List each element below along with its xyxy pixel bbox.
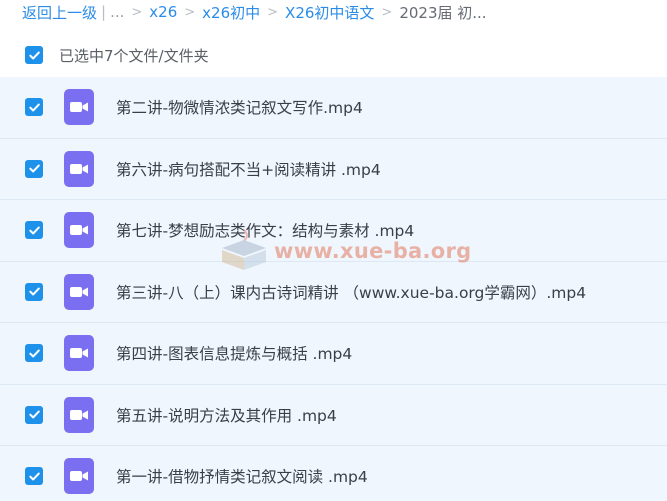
file-browser: 返回上一级 | ... > x26 > x26初中 > X26初中语文 > 20… bbox=[0, 0, 667, 501]
file-name[interactable]: 第六讲-病句搭配不当+阅读精讲 .mp4 bbox=[116, 158, 381, 180]
breadcrumb: 返回上一级 | ... > x26 > x26初中 > X26初中语文 > 20… bbox=[0, 0, 667, 24]
file-row[interactable]: 第三讲-八（上）课内古诗词精讲 （www.xue-ba.org学霸网）.mp4 bbox=[0, 261, 667, 323]
checkmark-icon bbox=[28, 349, 40, 358]
file-checkbox[interactable] bbox=[25, 344, 43, 363]
chevron-right-icon: > bbox=[184, 4, 196, 20]
file-row[interactable]: 第七讲-梦想励志类作文：结构与素材 .mp4 bbox=[0, 200, 667, 262]
select-all-checkbox[interactable] bbox=[25, 46, 43, 64]
breadcrumb-item-x26-junior[interactable]: x26初中 bbox=[202, 2, 260, 23]
video-file-icon bbox=[64, 150, 94, 187]
file-name[interactable]: 第二讲-物微情浓类记叙文写作.mp4 bbox=[116, 96, 363, 118]
file-checkbox[interactable] bbox=[25, 98, 43, 117]
file-row[interactable]: 第四讲-图表信息提炼与概括 .mp4 bbox=[0, 323, 667, 385]
checkmark-icon bbox=[28, 226, 40, 235]
file-name[interactable]: 第七讲-梦想励志类作文：结构与素材 .mp4 bbox=[116, 219, 414, 241]
breadcrumb-ellipsis[interactable]: ... bbox=[110, 3, 124, 21]
checkmark-icon bbox=[28, 410, 40, 419]
breadcrumb-item-x26[interactable]: x26 bbox=[149, 3, 177, 21]
checkmark-icon bbox=[28, 164, 40, 173]
back-link[interactable]: 返回上一级 bbox=[22, 2, 97, 23]
breadcrumb-current: 2023届 初... bbox=[399, 3, 487, 22]
file-checkbox[interactable] bbox=[25, 467, 43, 486]
checkmark-icon bbox=[28, 472, 40, 481]
file-checkbox[interactable] bbox=[25, 405, 43, 424]
video-file-icon bbox=[64, 89, 94, 126]
checkmark-icon bbox=[28, 287, 40, 296]
video-file-icon bbox=[64, 335, 94, 372]
checkmark-icon bbox=[28, 103, 40, 112]
file-row[interactable]: 第五讲-说明方法及其作用 .mp4 bbox=[0, 384, 667, 446]
file-name[interactable]: 第四讲-图表信息提炼与概括 .mp4 bbox=[116, 342, 352, 364]
selection-bar: 已选中7个文件/文件夹 bbox=[0, 38, 667, 72]
chevron-right-icon: > bbox=[131, 4, 143, 20]
file-name[interactable]: 第三讲-八（上）课内古诗词精讲 （www.xue-ba.org学霸网）.mp4 bbox=[116, 281, 586, 303]
chevron-right-icon: > bbox=[381, 4, 393, 20]
selection-count: 已选中7个文件/文件夹 bbox=[59, 46, 209, 65]
file-name[interactable]: 第五讲-说明方法及其作用 .mp4 bbox=[116, 404, 337, 426]
video-file-icon bbox=[64, 396, 94, 433]
file-checkbox[interactable] bbox=[25, 221, 43, 240]
checkmark-icon bbox=[28, 51, 40, 59]
chevron-right-icon: > bbox=[267, 4, 279, 20]
video-file-icon bbox=[64, 273, 94, 310]
file-row[interactable]: 第二讲-物微情浓类记叙文写作.mp4 bbox=[0, 77, 667, 139]
file-row[interactable]: 第六讲-病句搭配不当+阅读精讲 .mp4 bbox=[0, 138, 667, 200]
file-row[interactable]: 第一讲-借物抒情类记叙文阅读 .mp4 bbox=[0, 446, 667, 501]
file-checkbox[interactable] bbox=[25, 282, 43, 301]
file-name[interactable]: 第一讲-借物抒情类记叙文阅读 .mp4 bbox=[116, 465, 368, 487]
breadcrumb-divider: | bbox=[101, 3, 107, 21]
file-list: 第二讲-物微情浓类记叙文写作.mp4 第六讲-病句搭配不当+阅读精讲 .mp4 … bbox=[0, 77, 667, 501]
breadcrumb-item-x26-junior-chinese[interactable]: X26初中语文 bbox=[285, 2, 374, 23]
video-file-icon bbox=[64, 212, 94, 249]
file-checkbox[interactable] bbox=[25, 159, 43, 178]
video-file-icon bbox=[64, 458, 94, 495]
